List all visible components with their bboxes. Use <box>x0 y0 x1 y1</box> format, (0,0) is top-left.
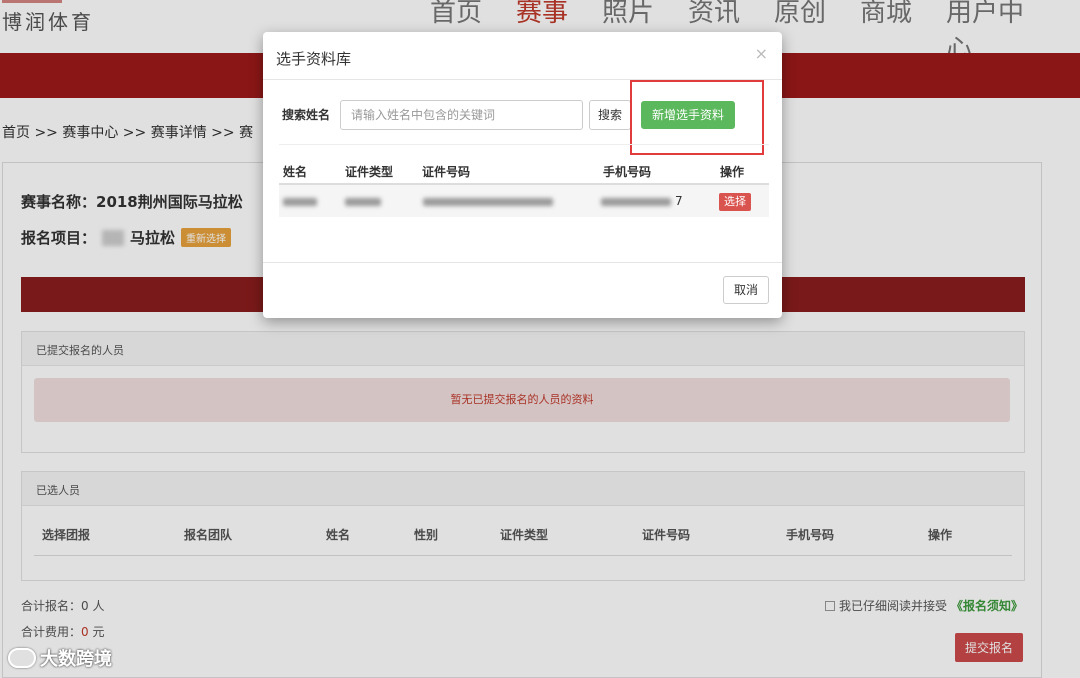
th-id-number: 证件号码 <box>422 165 471 179</box>
divider <box>263 262 782 263</box>
th-phone: 手机号码 <box>603 165 652 179</box>
cancel-button[interactable]: 取消 <box>723 276 769 304</box>
watermark-icon <box>8 648 36 668</box>
th-action: 操作 <box>720 165 745 179</box>
redacted-phone <box>601 198 671 206</box>
select-button[interactable]: 选择 <box>719 193 751 211</box>
watermark-text: 大数跨境 <box>40 649 112 670</box>
watermark: 大数跨境 <box>8 645 112 671</box>
th-name: 姓名 <box>283 165 308 179</box>
close-icon[interactable]: × <box>755 44 768 63</box>
modal-title: 选手资料库 <box>276 50 352 68</box>
search-label: 搜索姓名 <box>282 108 331 122</box>
phone-tail: 7 <box>675 194 683 208</box>
redacted-id-type <box>345 198 381 206</box>
redacted-id-number <box>423 198 553 206</box>
search-button[interactable]: 搜索 <box>589 100 631 130</box>
redacted-name <box>283 198 317 206</box>
th-id-type: 证件类型 <box>345 165 394 179</box>
search-input[interactable]: 请输入姓名中包含的关键词 <box>340 100 583 130</box>
athlete-library-modal: 选手资料库 × 搜索姓名 请输入姓名中包含的关键词 搜索 新增选手资料 姓名 证… <box>263 32 782 318</box>
divider <box>279 144 769 145</box>
